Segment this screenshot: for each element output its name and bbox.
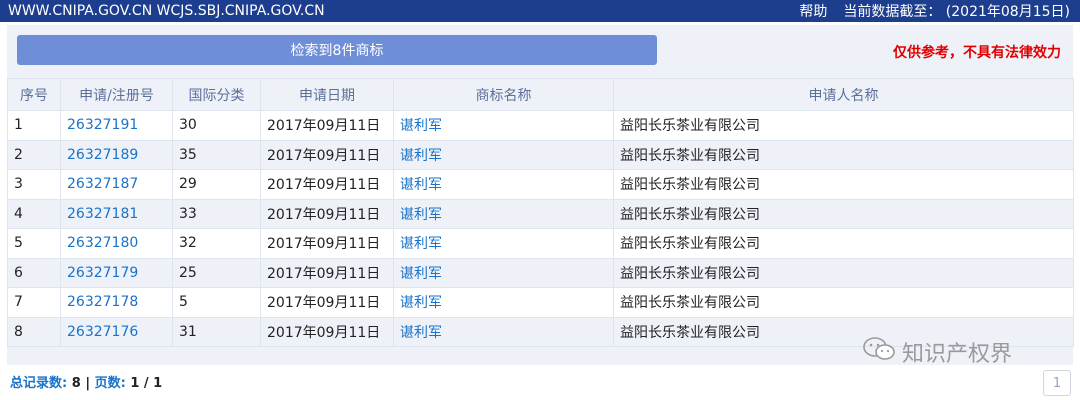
cell-date: 2017年09月11日 xyxy=(260,110,394,141)
table-row: 6 26327179 25 2017年09月11日 谌利军 益阳长乐茶业有限公司 xyxy=(7,257,1074,288)
wechat-icon xyxy=(862,336,896,368)
header-applicant: 申请人名称 xyxy=(613,78,1074,111)
cell-date: 2017年09月11日 xyxy=(260,257,394,288)
trademark-link[interactable]: 谌利军 xyxy=(393,316,614,347)
help-link[interactable]: 帮助 xyxy=(799,1,827,21)
reg-number-link[interactable]: 26327180 xyxy=(60,228,173,259)
page-1-button[interactable]: 1 xyxy=(1043,370,1071,396)
cell-applicant: 益阳长乐茶业有限公司 xyxy=(613,287,1074,318)
trademark-link[interactable]: 谌利军 xyxy=(393,139,614,170)
trademark-link[interactable]: 谌利军 xyxy=(393,287,614,318)
total-value: 8 xyxy=(71,376,81,391)
pages-label: 页数: xyxy=(94,376,126,391)
cell-index: 4 xyxy=(7,198,61,229)
trademark-link[interactable]: 谌利军 xyxy=(393,169,614,200)
pagination-summary: 总记录数: 8 | 页数: 1 / 1 xyxy=(10,372,162,391)
header-trademark: 商标名称 xyxy=(393,78,614,111)
cell-index: 8 xyxy=(7,316,61,347)
cell-class: 35 xyxy=(172,139,261,170)
cell-class: 32 xyxy=(172,228,261,259)
cell-class: 29 xyxy=(172,169,261,200)
trademark-link[interactable]: 谌利军 xyxy=(393,110,614,141)
table-row: 5 26327180 32 2017年09月11日 谌利军 益阳长乐茶业有限公司 xyxy=(7,228,1074,259)
table-row: 7 26327178 5 2017年09月11日 谌利军 益阳长乐茶业有限公司 xyxy=(7,287,1074,318)
results-panel: 检索到8件商标 仅供参考，不具有法律效力 序号 申请/注册号 国际分类 申请日期… xyxy=(7,25,1074,365)
cell-index: 7 xyxy=(7,287,61,318)
header-date: 申请日期 xyxy=(260,78,394,111)
cell-date: 2017年09月11日 xyxy=(260,316,394,347)
header-index: 序号 xyxy=(7,78,61,111)
reg-number-link[interactable]: 26327181 xyxy=(60,198,173,229)
total-label: 总记录数: xyxy=(10,376,68,391)
reg-number-link[interactable]: 26327178 xyxy=(60,287,173,318)
pages-value: 1 / 1 xyxy=(130,376,163,391)
cell-class: 33 xyxy=(172,198,261,229)
cell-applicant: 益阳长乐茶业有限公司 xyxy=(613,228,1074,259)
cell-applicant: 益阳长乐茶业有限公司 xyxy=(613,169,1074,200)
result-count-bar: 检索到8件商标 xyxy=(17,35,657,65)
reg-number-link[interactable]: 26327187 xyxy=(60,169,173,200)
separator: | xyxy=(85,376,91,391)
site-domains: WWW.CNIPA.GOV.CN WCJS.SBJ.CNIPA.GOV.CN xyxy=(8,3,325,19)
cell-date: 2017年09月11日 xyxy=(260,198,394,229)
results-table: 序号 申请/注册号 国际分类 申请日期 商标名称 申请人名称 1 2632719… xyxy=(7,78,1074,347)
trademark-link[interactable]: 谌利军 xyxy=(393,257,614,288)
result-count-label: 检索到8件商标 xyxy=(290,43,384,59)
cell-date: 2017年09月11日 xyxy=(260,287,394,318)
top-bar: WWW.CNIPA.GOV.CN WCJS.SBJ.CNIPA.GOV.CN 帮… xyxy=(0,0,1080,22)
top-bar-right: 帮助 当前数据截至： (2021年08月15日) xyxy=(799,1,1070,21)
cell-class: 30 xyxy=(172,110,261,141)
trademark-link[interactable]: 谌利军 xyxy=(393,228,614,259)
cell-date: 2017年09月11日 xyxy=(260,139,394,170)
cell-applicant: 益阳长乐茶业有限公司 xyxy=(613,198,1074,229)
cell-applicant: 益阳长乐茶业有限公司 xyxy=(613,139,1074,170)
table-header-row: 序号 申请/注册号 国际分类 申请日期 商标名称 申请人名称 xyxy=(7,78,1074,111)
reg-number-link[interactable]: 26327179 xyxy=(60,257,173,288)
table-row: 3 26327187 29 2017年09月11日 谌利军 益阳长乐茶业有限公司 xyxy=(7,169,1074,200)
table-row: 1 26327191 30 2017年09月11日 谌利军 益阳长乐茶业有限公司 xyxy=(7,110,1074,141)
cell-index: 5 xyxy=(7,228,61,259)
cell-index: 6 xyxy=(7,257,61,288)
reg-number-link[interactable]: 26327189 xyxy=(60,139,173,170)
header-reg-number: 申请/注册号 xyxy=(60,78,173,111)
cell-class: 25 xyxy=(172,257,261,288)
cell-class: 31 xyxy=(172,316,261,347)
trademark-link[interactable]: 谌利军 xyxy=(393,198,614,229)
data-date-text: 当前数据截至： (2021年08月15日) xyxy=(843,4,1070,20)
reg-number-link[interactable]: 26327191 xyxy=(60,110,173,141)
watermark: 知识产权界 xyxy=(862,336,1012,368)
reg-number-link[interactable]: 26327176 xyxy=(60,316,173,347)
cell-applicant: 益阳长乐茶业有限公司 xyxy=(613,110,1074,141)
cell-index: 1 xyxy=(7,110,61,141)
watermark-text: 知识产权界 xyxy=(902,342,1013,367)
cell-index: 3 xyxy=(7,169,61,200)
cell-index: 2 xyxy=(7,139,61,170)
cell-class: 5 xyxy=(172,287,261,318)
cell-date: 2017年09月11日 xyxy=(260,228,394,259)
table-row: 4 26327181 33 2017年09月11日 谌利军 益阳长乐茶业有限公司 xyxy=(7,198,1074,229)
disclaimer: 仅供参考，不具有法律效力 xyxy=(893,45,1061,61)
header-class: 国际分类 xyxy=(172,78,261,111)
cell-applicant: 益阳长乐茶业有限公司 xyxy=(613,257,1074,288)
table-row: 2 26327189 35 2017年09月11日 谌利军 益阳长乐茶业有限公司 xyxy=(7,139,1074,170)
cell-date: 2017年09月11日 xyxy=(260,169,394,200)
